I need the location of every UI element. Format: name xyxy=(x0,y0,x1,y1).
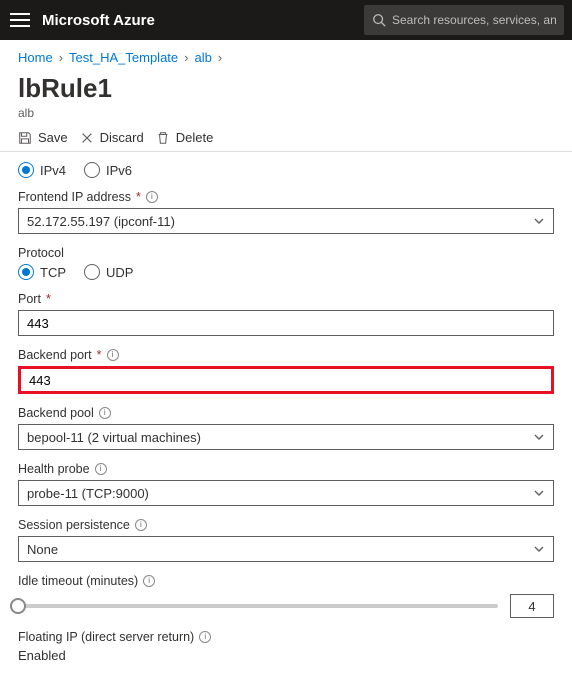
radio-icon xyxy=(18,264,34,280)
port-field[interactable] xyxy=(27,316,545,331)
floating-ip-label: Floating IP (direct server return) i xyxy=(18,630,554,644)
chevron-down-icon xyxy=(533,487,545,499)
radio-icon xyxy=(84,162,100,178)
search-icon xyxy=(372,13,386,27)
breadcrumb-home[interactable]: Home xyxy=(18,50,53,65)
brand-label: Microsoft Azure xyxy=(42,12,155,29)
save-button[interactable]: Save xyxy=(18,130,68,145)
info-icon[interactable]: i xyxy=(143,575,155,587)
backend-pool-label: Backend pool i xyxy=(18,406,554,420)
ipv4-radio[interactable]: IPv4 xyxy=(18,162,66,178)
page-header: lbRule1 alb xyxy=(0,73,572,120)
radio-icon xyxy=(84,264,100,280)
ipv6-label: IPv6 xyxy=(106,163,132,178)
session-persistence-label: Session persistence i xyxy=(18,518,554,532)
search-input[interactable] xyxy=(392,13,556,27)
form-body: IPv4 IPv6 Frontend IP address* i 52.172.… xyxy=(0,152,572,683)
page-title: lbRule1 xyxy=(18,73,554,104)
health-probe-value: probe-11 (TCP:9000) xyxy=(27,486,149,501)
ip-version-radio-group: IPv4 IPv6 xyxy=(18,162,554,178)
info-icon[interactable]: i xyxy=(135,519,147,531)
delete-label: Delete xyxy=(176,130,214,145)
idle-timeout-label: Idle timeout (minutes) i xyxy=(18,574,554,588)
protocol-radio-group: TCP UDP xyxy=(18,264,554,280)
global-search[interactable] xyxy=(364,5,564,35)
idle-timeout-slider[interactable] xyxy=(18,604,498,608)
port-label: Port* xyxy=(18,292,554,306)
save-icon xyxy=(18,131,32,145)
chevron-right-icon: › xyxy=(59,50,63,65)
radio-icon xyxy=(18,162,34,178)
hamburger-menu-icon[interactable] xyxy=(8,8,32,32)
tcp-radio[interactable]: TCP xyxy=(18,264,66,280)
health-probe-select[interactable]: probe-11 (TCP:9000) xyxy=(18,480,554,506)
backend-pool-value: bepool-11 (2 virtual machines) xyxy=(27,430,201,445)
delete-icon xyxy=(156,131,170,145)
idle-timeout-value[interactable]: 4 xyxy=(510,594,554,618)
discard-button[interactable]: Discard xyxy=(80,130,144,145)
ipv6-radio[interactable]: IPv6 xyxy=(84,162,132,178)
ipv4-label: IPv4 xyxy=(40,163,66,178)
session-persistence-select[interactable]: None xyxy=(18,536,554,562)
backend-port-input[interactable] xyxy=(18,366,554,394)
frontend-ip-select[interactable]: 52.172.55.197 (ipconf-11) xyxy=(18,208,554,234)
info-icon[interactable]: i xyxy=(146,191,158,203)
backend-port-field[interactable] xyxy=(29,373,543,388)
info-icon[interactable]: i xyxy=(95,463,107,475)
frontend-ip-label: Frontend IP address* i xyxy=(18,190,554,204)
session-persistence-value: None xyxy=(27,542,58,557)
health-probe-label: Health probe i xyxy=(18,462,554,476)
delete-button[interactable]: Delete xyxy=(156,130,214,145)
backend-pool-select[interactable]: bepool-11 (2 virtual machines) xyxy=(18,424,554,450)
breadcrumb: Home › Test_HA_Template › alb › xyxy=(0,40,572,69)
discard-label: Discard xyxy=(100,130,144,145)
backend-port-label: Backend port* i xyxy=(18,348,554,362)
breadcrumb-resource[interactable]: alb xyxy=(195,50,212,65)
chevron-down-icon xyxy=(533,215,545,227)
breadcrumb-resource-group[interactable]: Test_HA_Template xyxy=(69,50,178,65)
udp-label: UDP xyxy=(106,265,133,280)
protocol-label: Protocol xyxy=(18,246,554,260)
chevron-right-icon: › xyxy=(184,50,188,65)
tcp-label: TCP xyxy=(40,265,66,280)
idle-timeout-slider-row: 4 xyxy=(18,594,554,618)
discard-icon xyxy=(80,131,94,145)
frontend-ip-value: 52.172.55.197 (ipconf-11) xyxy=(27,214,175,229)
top-bar: Microsoft Azure xyxy=(0,0,572,40)
chevron-right-icon: › xyxy=(218,50,222,65)
chevron-down-icon xyxy=(533,543,545,555)
port-input[interactable] xyxy=(18,310,554,336)
slider-thumb[interactable] xyxy=(10,598,26,614)
command-bar: Save Discard Delete xyxy=(0,120,572,152)
info-icon[interactable]: i xyxy=(199,631,211,643)
udp-radio[interactable]: UDP xyxy=(84,264,133,280)
page-subtitle: alb xyxy=(18,106,554,120)
info-icon[interactable]: i xyxy=(107,349,119,361)
floating-ip-value: Enabled xyxy=(18,648,554,663)
chevron-down-icon xyxy=(533,431,545,443)
info-icon[interactable]: i xyxy=(99,407,111,419)
save-label: Save xyxy=(38,130,68,145)
